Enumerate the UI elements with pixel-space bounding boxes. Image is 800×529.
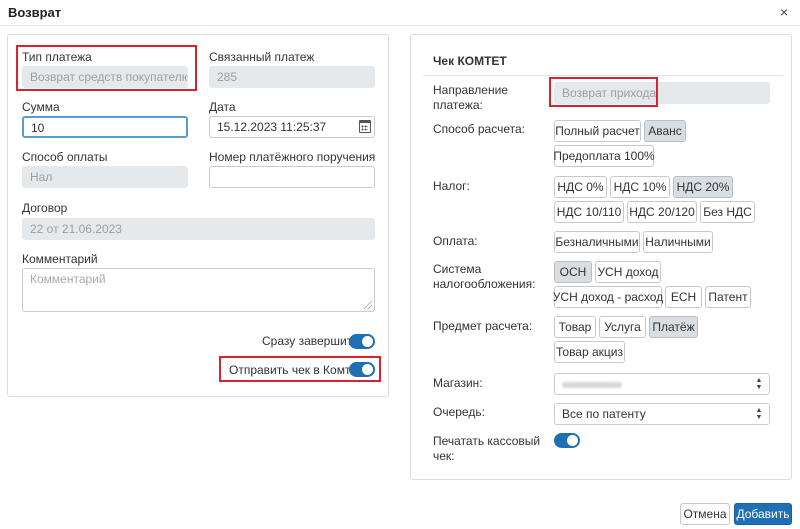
comment-textarea[interactable]: Комментарий — [22, 268, 375, 312]
date-label: Дата — [209, 100, 236, 114]
finish-now-label: Сразу завершить — [262, 334, 359, 348]
linked-payment-label: Связанный платеж — [209, 50, 315, 64]
calc-method-advance[interactable]: Аванс — [644, 120, 686, 142]
tax-system-esn[interactable]: ЕСН — [665, 286, 702, 308]
tax-nds-20[interactable]: НДС 20% — [673, 176, 733, 198]
dialog-title: Возврат — [8, 5, 62, 20]
contract-label: Договор — [22, 201, 68, 215]
payment-method-field: Нал — [22, 166, 188, 188]
direction-highlight — [549, 77, 658, 107]
tax-system-usn-income[interactable]: УСН доход — [595, 261, 661, 283]
tax-nds-20-120[interactable]: НДС 20/120 — [627, 201, 697, 223]
calendar-icon[interactable] — [359, 120, 371, 133]
cancel-button[interactable]: Отмена — [680, 503, 730, 525]
select-arrows-icon: ▲ ▼ — [755, 407, 763, 421]
date-input[interactable]: 15.12.2023 11:25:37 — [209, 116, 375, 138]
payment-type-highlight — [16, 45, 197, 91]
dialog-title-bar: Возврат × — [0, 0, 800, 26]
amount-input[interactable]: 10 — [22, 116, 188, 138]
tax-system-osn[interactable]: ОСН — [554, 261, 592, 283]
close-icon[interactable]: × — [780, 4, 788, 20]
tax-no-nds[interactable]: Без НДС — [700, 201, 755, 223]
contract-field: 22 от 21.06.2023 — [22, 218, 375, 240]
payment-cashless[interactable]: Безналичными — [554, 231, 640, 253]
tax-label: Налог: — [433, 179, 470, 193]
shop-label: Магазин: — [433, 376, 483, 390]
receipt-panel-header: Чек КОМТЕТ — [433, 54, 507, 68]
send-receipt-toggle[interactable] — [349, 362, 375, 377]
subject-payment[interactable]: Платёж — [649, 316, 698, 338]
print-receipt-toggle[interactable] — [554, 433, 580, 448]
queue-select[interactable]: Все по патенту ▲ ▼ — [554, 403, 770, 425]
tax-system-label: Система налогообложения: — [433, 262, 536, 291]
subject-goods[interactable]: Товар — [554, 316, 596, 338]
shop-value-blurred — [562, 382, 622, 388]
order-number-input[interactable] — [209, 166, 375, 188]
date-value: 15.12.2023 11:25:37 — [217, 120, 327, 134]
payment-method-label: Способ оплаты — [22, 150, 108, 164]
queue-value: Все по патенту — [562, 407, 646, 421]
shop-select[interactable]: ▲ ▼ — [554, 373, 770, 395]
queue-label: Очередь: — [433, 405, 485, 419]
calc-method-label: Способ расчета: — [433, 122, 525, 136]
send-receipt-label: Отправить чек в Комтет — [229, 363, 363, 377]
calc-method-prepay-100[interactable]: Предоплата 100% — [553, 145, 655, 167]
receipt-header-divider — [423, 75, 783, 76]
resize-grip-icon[interactable] — [364, 301, 372, 309]
payment-kind-label: Оплата: — [433, 234, 478, 248]
subject-service[interactable]: Услуга — [599, 316, 646, 338]
direction-label: Направление платежа: — [433, 83, 508, 112]
receipt-panel: Чек КОМТЕТ Направление платежа: Возврат … — [410, 34, 792, 480]
subject-label: Предмет расчета: — [433, 319, 533, 333]
subject-excise-goods[interactable]: Товар акциз — [554, 341, 625, 363]
order-number-label: Номер платёжного поручения — [209, 150, 376, 164]
linked-payment-field: 285 — [209, 66, 375, 88]
amount-label: Сумма — [22, 100, 60, 114]
tax-system-patent[interactable]: Патент — [705, 286, 751, 308]
tax-system-usn-income-expense[interactable]: УСН доход - расход — [553, 286, 663, 308]
payment-panel: Тип платежа Возврат средств покупателю С… — [7, 34, 389, 397]
tax-nds-10[interactable]: НДС 10% — [610, 176, 670, 198]
tax-nds-0[interactable]: НДС 0% — [554, 176, 607, 198]
finish-now-toggle[interactable] — [349, 334, 375, 349]
payment-cash[interactable]: Наличными — [643, 231, 713, 253]
calc-method-full[interactable]: Полный расчет — [554, 120, 641, 142]
comment-label: Комментарий — [22, 252, 98, 266]
tax-nds-10-110[interactable]: НДС 10/110 — [554, 201, 624, 223]
select-arrows-icon: ▲ ▼ — [755, 377, 763, 391]
print-receipt-label: Печатать кассовый чек: — [433, 434, 541, 463]
add-button[interactable]: Добавить — [734, 503, 792, 525]
